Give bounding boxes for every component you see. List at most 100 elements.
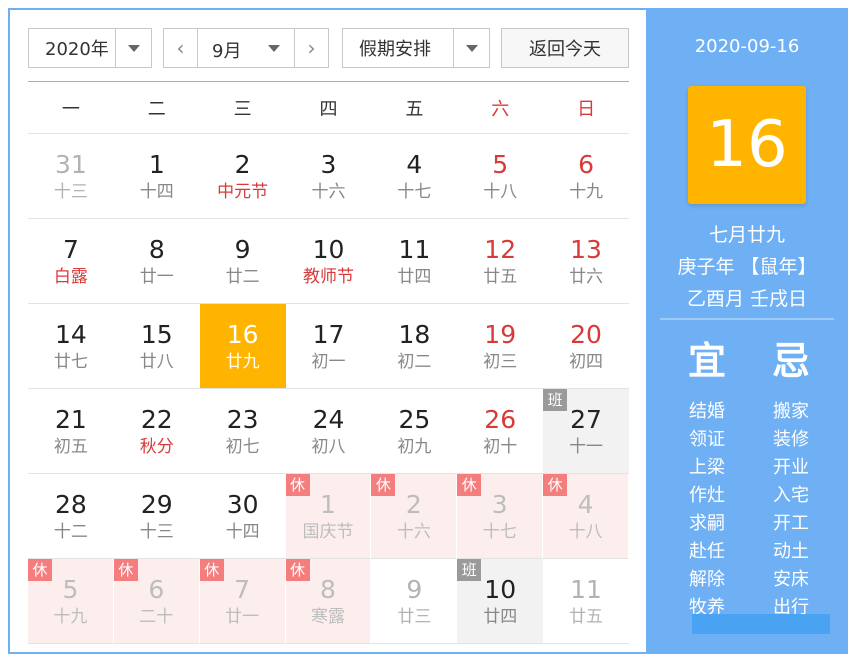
day-number: 9 [406,575,423,604]
lunar-label: 十八 [483,182,518,202]
holiday-badge: 休 [285,559,310,581]
day-cell[interactable]: 2 中元节 [199,134,286,219]
year-dropdown-arrow[interactable] [115,29,151,67]
lunar-label: 十六 [396,522,431,542]
panel-scrollbar[interactable] [692,614,830,634]
day-cell[interactable]: 休 7 廿一 [199,559,286,644]
day-cell[interactable]: 19 初三 [457,304,544,389]
lunar-label: 中元节 [217,182,269,202]
day-cell[interactable]: 31 十三 [28,134,114,219]
holiday-dropdown-arrow[interactable] [453,29,489,67]
holiday-value: 假期安排 [359,39,431,60]
inauspicious-item: 动土 [773,541,809,562]
day-cell[interactable]: 休 3 十七 [457,474,544,559]
auspicious-item: 上梁 [689,457,725,478]
day-cell[interactable]: 4 十七 [371,134,458,219]
day-number: 3 [320,150,337,179]
day-cell[interactable]: 13 廿六 [543,219,629,304]
day-number: 4 [406,150,423,179]
holiday-badge: 休 [199,559,224,581]
day-cell[interactable]: 12 廿五 [457,219,544,304]
day-cell[interactable]: 5 十八 [457,134,544,219]
day-cell[interactable]: 21 初五 [28,389,114,474]
day-cell[interactable]: 休 4 十八 [543,474,629,559]
inauspicious-heading: 忌 [771,339,810,383]
day-cell[interactable]: 3 十六 [285,134,372,219]
day-cell[interactable]: 11 廿四 [371,219,458,304]
day-cell[interactable]: 休 8 寒露 [285,559,372,644]
day-cell[interactable]: 9 廿二 [199,219,286,304]
lunar-label: 初一 [311,352,346,372]
next-month-button[interactable]: › [294,29,328,67]
day-cell[interactable]: 15 廿八 [113,304,200,389]
day-cell[interactable]: 23 初七 [199,389,286,474]
lunar-label: 初二 [397,352,432,372]
day-number: 22 [140,405,173,434]
day-cell[interactable]: 25 初九 [371,389,458,474]
lunar-label: 秋分 [139,437,174,457]
weekday-label: 三 [233,98,252,120]
lunar-label: 十三 [139,522,174,542]
holiday-badge: 休 [371,474,396,496]
day-number: 20 [570,320,602,349]
month-select[interactable]: 9月 [198,29,294,67]
day-cell[interactable]: 休 5 十九 [28,559,114,644]
lunar-label: 十三 [53,182,88,202]
auspicious-item: 解除 [689,569,725,590]
holiday-badge: 休 [543,474,568,496]
day-number: 8 [148,235,165,264]
day-number: 28 [55,490,87,519]
chevron-down-icon [268,45,280,52]
day-cell[interactable]: 20 初四 [543,304,629,389]
lunar-label: 寒露 [310,607,345,627]
lunar-label: 十七 [397,182,432,202]
day-cell[interactable]: 26 初十 [457,389,544,474]
inauspicious-item: 装修 [773,429,809,450]
day-cell[interactable]: 17 初一 [285,304,372,389]
day-cell[interactable]: 10 教师节 [285,219,372,304]
day-cell[interactable]: 14 廿七 [28,304,114,389]
day-cell[interactable]: 18 初二 [371,304,458,389]
day-number: 10 [312,235,345,264]
back-to-today-button[interactable]: 返回今天 [501,28,629,68]
day-cell[interactable]: 24 初八 [285,389,372,474]
day-cell[interactable]: 8 廿一 [113,219,200,304]
day-number: 2 [234,150,251,179]
day-cell[interactable]: 22 秋分 [113,389,200,474]
day-number: 5 [492,150,509,179]
month-value: 9月 [212,41,242,62]
day-cell[interactable]: 班 10 廿四 [457,559,544,644]
day-number: 26 [484,405,517,434]
inauspicious-item: 搬家 [773,401,809,422]
workday-badge: 班 [543,389,568,411]
lunar-label: 初三 [483,352,518,372]
weekday-label: 六 [491,98,510,120]
lunar-label: 国庆节 [302,522,354,542]
detail-panel: 2020-09-16 16 七月廿九 庚子年 【鼠年】 乙酉月 壬戌日 宜 结婚… [646,10,848,652]
day-cell[interactable]: 休 6 二十 [113,559,200,644]
lunar-label: 十九 [53,607,88,627]
day-cell[interactable]: 7 白露 [28,219,114,304]
lunar-label: 教师节 [302,267,354,287]
day-number: 16 [226,320,259,349]
day-cell[interactable]: 6 十九 [543,134,629,219]
lunar-label: 十六 [311,182,346,202]
lunar-label: 十二 [53,522,88,542]
holiday-select[interactable]: 假期安排 [342,28,490,68]
day-cell[interactable]: 班 27 十一 [543,389,629,474]
day-cell[interactable]: 9 廿三 [371,559,458,644]
auspicious-item: 赴任 [689,541,725,562]
year-select[interactable]: 2020年 [28,28,152,68]
day-cell[interactable]: 16 廿九 [199,304,286,389]
holiday-badge: 休 [28,559,52,581]
day-cell[interactable]: 28 十二 [28,474,114,559]
prev-month-button[interactable]: ‹ [164,29,198,67]
lunar-label: 廿一 [225,607,260,627]
day-cell[interactable]: 29 十三 [113,474,200,559]
lunar-label: 廿六 [569,267,604,287]
day-cell[interactable]: 11 廿五 [543,559,629,644]
day-cell[interactable]: 1 十四 [113,134,200,219]
day-cell[interactable]: 休 1 国庆节 [285,474,372,559]
day-cell[interactable]: 休 2 十六 [371,474,458,559]
day-cell[interactable]: 30 十四 [199,474,286,559]
